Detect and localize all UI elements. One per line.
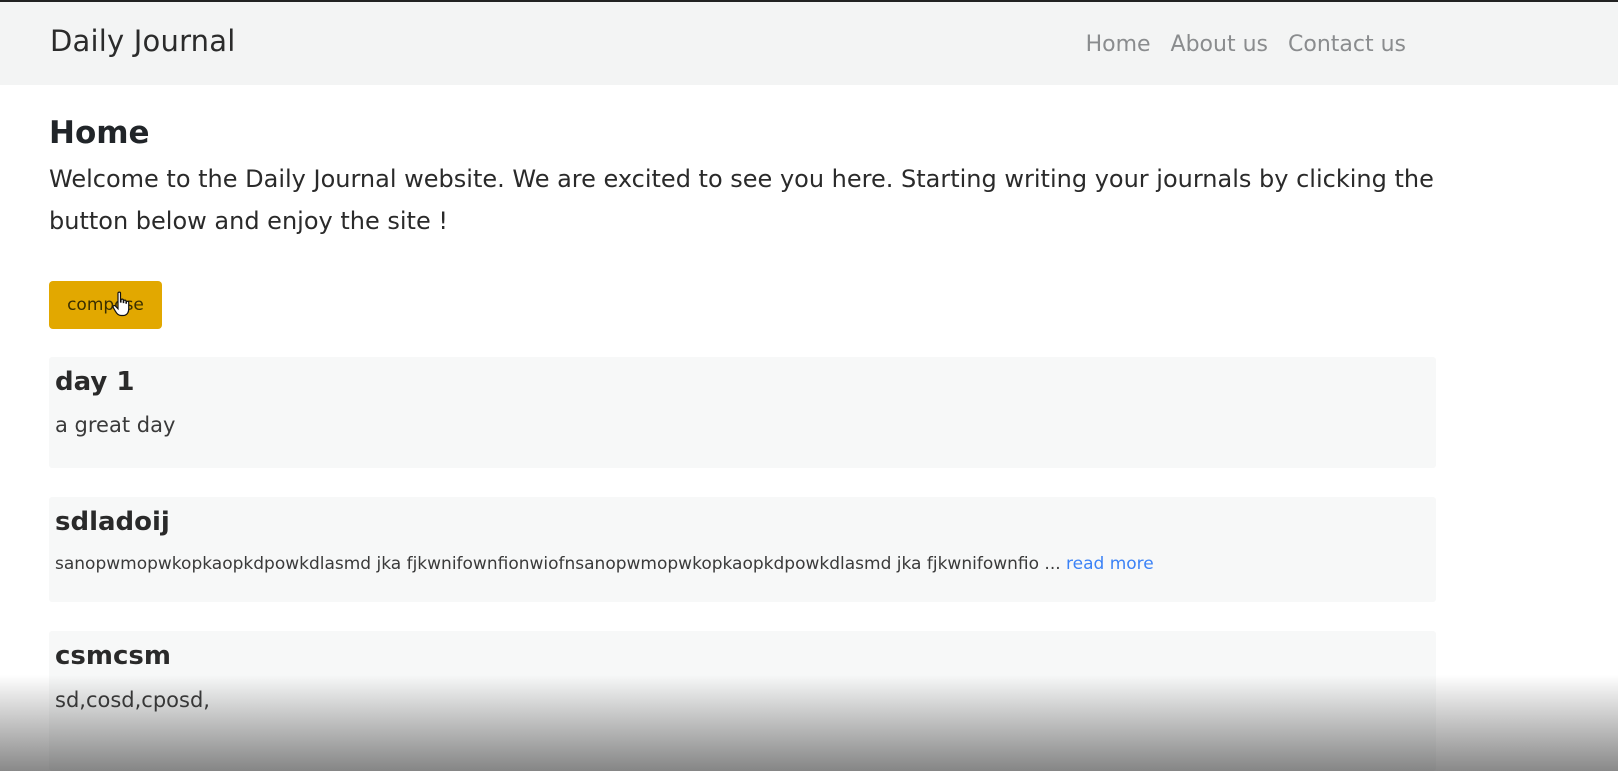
brand-logo[interactable]: Daily Journal <box>50 24 236 58</box>
post-excerpt: sanopwmopwkopkaopkdpowkdlasmd jka fjkwni… <box>55 554 1061 574</box>
nav-about-link[interactable]: About us <box>1171 32 1268 57</box>
nav-contact-link[interactable]: Contact us <box>1288 32 1406 57</box>
post-body: sd,cosd,cposd, <box>55 688 210 712</box>
post-card: sdladoij sanopwmopwkopkaopkdpowkdlasmd j… <box>49 497 1436 602</box>
post-body: a great day <box>55 413 176 437</box>
post-card: day 1 a great day <box>49 357 1436 468</box>
post-title: csmcsm <box>55 641 171 671</box>
nav-links: Home About us Contact us <box>1086 32 1406 57</box>
main-content: Home Welcome to the Daily Journal websit… <box>49 110 1436 771</box>
post-card: csmcsm sd,cosd,cposd, <box>49 631 1436 771</box>
compose-button[interactable]: compose <box>49 281 162 329</box>
read-more-link[interactable]: read more <box>1066 554 1154 574</box>
intro-text: Welcome to the Daily Journal website. We… <box>49 165 1434 235</box>
post-title: sdladoij <box>55 507 170 537</box>
post-body: sanopwmopwkopkaopkdpowkdlasmd jka fjkwni… <box>55 554 1154 574</box>
nav-home-link[interactable]: Home <box>1086 32 1151 57</box>
hand-pointer-cursor-icon <box>112 291 130 317</box>
page-title: Home <box>49 115 150 151</box>
post-title: day 1 <box>55 367 135 397</box>
navbar: Daily Journal Home About us Contact us <box>0 2 1618 85</box>
